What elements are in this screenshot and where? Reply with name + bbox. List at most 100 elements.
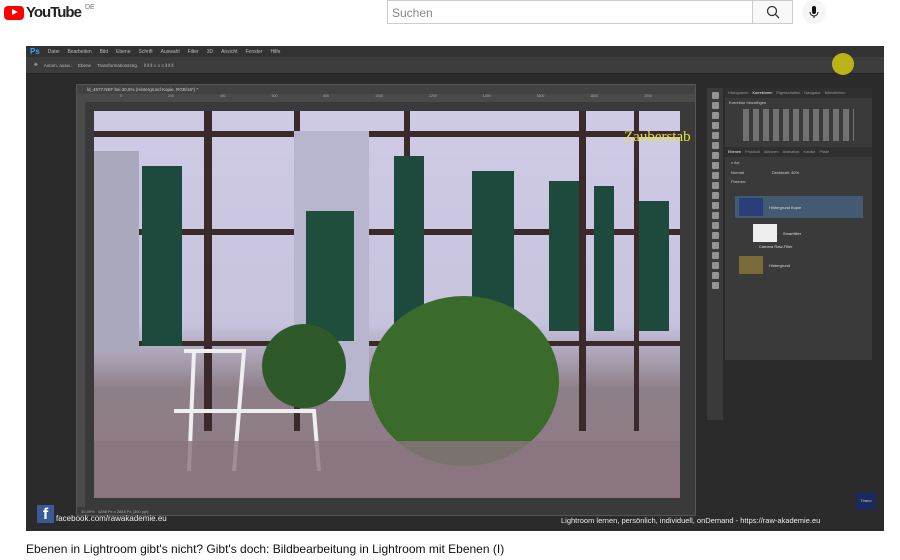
menu-item: Auswahl [160, 48, 180, 55]
blend-mode: Normal [731, 170, 744, 175]
youtube-play-icon [4, 5, 24, 20]
ps-logo: Ps [30, 47, 40, 56]
tab: Ebenen [728, 150, 742, 154]
panel-tabs-top: Histogramm Korrekturen Eigenschaften Nav… [725, 88, 872, 98]
layer-filter: ⌕ Art [731, 160, 740, 165]
crop-tool-icon [711, 132, 719, 139]
ps-menubar: Ps Datei Bearbeiten Bild Ebene Schrift A… [26, 46, 884, 57]
auto-select-label: Autom. ausw.: [43, 62, 73, 68]
marquee-tool-icon [711, 102, 719, 109]
layer-row: Hintergrund [735, 254, 863, 276]
menu-item: Fenster [245, 48, 263, 55]
magic-wand-tool-icon [711, 122, 719, 129]
ruler-tick: 1800 [590, 94, 599, 98]
zoom-tool-icon [711, 282, 719, 289]
history-brush-icon [711, 182, 719, 189]
menu-item: Datei [47, 48, 60, 55]
tab: Kanäle [803, 150, 816, 154]
eyedropper-tool-icon [711, 142, 719, 149]
lock-label: Fixieren: [731, 179, 747, 184]
tab: Animation [782, 150, 800, 154]
correction-icons [743, 109, 854, 141]
brush-tool-icon [711, 162, 719, 169]
shape-tool-icon [711, 262, 719, 269]
hand-tool-icon [711, 272, 719, 279]
facebook-icon: f [37, 505, 54, 523]
healing-tool-icon [711, 152, 719, 159]
tab: Eigenschaften [776, 91, 801, 95]
opacity-label: Deckkraft: [771, 170, 790, 175]
menu-item: 3D [206, 48, 214, 55]
menu-item: Bild [99, 48, 109, 55]
video-title: Ebenen in Lightroom gibt's nicht? Gibt's… [26, 542, 505, 556]
blend-row: Normal Deckkraft: 40% [725, 168, 872, 177]
tab: Protokoll [745, 150, 760, 154]
menu-item: Schrift [138, 48, 153, 55]
horizontal-ruler: 0 200 400 600 800 1000 1200 1400 1600 18… [77, 94, 695, 102]
align-icons: ⫴ ⫴ ⫴ ≡ ≡ ≡ ⫴ ⫴ ⫴ [144, 62, 174, 68]
filter-value: Art [734, 160, 740, 165]
ps-panels: Histogramm Korrekturen Eigenschaften Nav… [725, 88, 872, 360]
country-code: DE [84, 4, 95, 11]
corrections-label: Korrektur hinzufügen [729, 100, 767, 105]
document-title: ld_4677.NEF bei 30,5% (Hintergrund Kopie… [77, 85, 695, 94]
tab: Aktionen [763, 150, 779, 154]
document-status: 30,49% 4288 Px x 2848 Px (300 ppi) [77, 507, 695, 516]
filter-row: Camera Raw-Filter [759, 243, 793, 249]
pen-tool-icon [711, 232, 719, 239]
mic-icon [809, 6, 819, 18]
cursor-highlight [832, 53, 854, 75]
video-player[interactable]: Ps Datei Bearbeiten Bild Ebene Schrift A… [26, 46, 884, 531]
layer-thumbnail [739, 256, 763, 274]
dodge-tool-icon [711, 222, 719, 229]
logo-text: YouTube [26, 4, 82, 21]
search-input[interactable]: Suchen [387, 0, 753, 24]
annotation-text: Zauberstab [624, 129, 691, 145]
move-tool-icon: ✥ [34, 62, 38, 67]
move-tool-icon [711, 92, 719, 99]
layer-name: Smartfilter [783, 230, 802, 236]
tab: Histogramm [728, 91, 749, 95]
vertical-ruler [77, 102, 85, 507]
layer-name: Hintergrund Kopie [769, 204, 802, 210]
menu-item: Bearbeiten [67, 48, 92, 55]
eraser-tool-icon [711, 192, 719, 199]
ps-toolbar [707, 88, 723, 420]
youtube-logo[interactable]: YouTube DE [4, 4, 95, 21]
ruler-tick: 1400 [482, 94, 491, 98]
search-button[interactable] [752, 0, 793, 24]
channel-badge: Tirano [856, 492, 876, 510]
opacity-value: 40% [791, 170, 800, 175]
tab: Pfade [819, 150, 830, 154]
type-tool-icon [711, 242, 719, 249]
lasso-tool-icon [711, 112, 719, 119]
stamp-tool-icon [711, 172, 719, 179]
layer-name: Hintergrund [769, 262, 790, 268]
voice-search-button[interactable] [802, 0, 826, 24]
layer-thumbnail [739, 198, 763, 216]
ruler-tick: 600 [271, 94, 278, 98]
tab: Korrekturen [752, 91, 773, 95]
layer-select: Ebene [78, 62, 92, 68]
tab: Navigator [804, 91, 821, 95]
menu-item: Ebene [116, 48, 131, 55]
menu-item: Hilfe [270, 48, 281, 55]
ruler-tick: 200 [167, 94, 174, 98]
ruler-tick: 2000 [644, 94, 652, 98]
menu-item: Filter [187, 48, 199, 55]
panel-tabs-layers: Ebenen Protokoll Aktionen Animation Kanä… [725, 147, 872, 157]
ruler-tick: 1600 [536, 94, 545, 98]
gradient-tool-icon [711, 202, 719, 209]
layer-thumbnail [753, 224, 777, 242]
path-select-icon [711, 252, 719, 259]
ruler-tick: 800 [323, 94, 330, 98]
document-window: ld_4677.NEF bei 30,5% (Hintergrund Kopie… [76, 84, 696, 516]
layer-row: Hintergrund Kopie [735, 196, 863, 218]
promo-text: Lightroom lernen, persönlich, individuel… [561, 516, 821, 525]
ruler-tick: 400 [219, 94, 226, 98]
transform-label: Transformationsstrg. [97, 62, 139, 68]
menu-item: Ansicht [221, 48, 238, 55]
search-icon [766, 5, 779, 19]
ruler-tick: 1200 [429, 94, 437, 98]
facebook-text: facebook.com/rawakademie.eu [56, 514, 167, 523]
